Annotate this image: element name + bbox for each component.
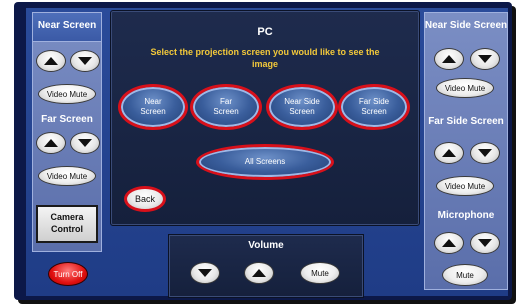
far-screen-down-button[interactable] xyxy=(70,132,100,154)
down-arrow-icon xyxy=(78,57,92,65)
down-arrow-icon xyxy=(198,269,212,277)
volume-up-button[interactable] xyxy=(244,262,274,284)
screen-button-label: Screen xyxy=(140,107,166,116)
up-arrow-icon xyxy=(442,55,456,63)
near-side-video-mute-button[interactable]: Video Mute xyxy=(436,78,494,98)
microphone-down-button[interactable] xyxy=(470,232,500,254)
near-screen-button[interactable]: Near Screen xyxy=(118,84,188,130)
back-button[interactable]: Back xyxy=(124,186,166,212)
microphone-label: Microphone xyxy=(437,210,495,221)
screen-button-label: Screen xyxy=(361,107,387,116)
far-side-up-button[interactable] xyxy=(434,142,464,164)
screen-button-label: Screen xyxy=(289,107,315,116)
page-title: PC xyxy=(257,26,273,38)
all-screens-button[interactable]: All Screens xyxy=(196,144,334,180)
down-arrow-icon xyxy=(478,149,492,157)
down-arrow-icon xyxy=(78,139,92,147)
volume-label: Volume xyxy=(248,240,284,251)
up-arrow-icon xyxy=(442,239,456,247)
turn-off-button[interactable]: Turn Off xyxy=(48,262,88,286)
far-side-screen-label: Far Side Screen xyxy=(428,116,504,127)
near-side-screen-label: Near Side Screen xyxy=(424,20,508,31)
up-arrow-icon xyxy=(44,57,58,65)
far-side-screen-button[interactable]: Far Side Screen xyxy=(338,84,410,130)
far-side-down-button[interactable] xyxy=(470,142,500,164)
near-screen-down-button[interactable] xyxy=(70,50,100,72)
instruction-text: Select the projection screen you would l… xyxy=(150,47,380,70)
down-arrow-icon xyxy=(478,239,492,247)
down-arrow-icon xyxy=(478,55,492,63)
far-screen-button[interactable]: Far Screen xyxy=(190,84,262,130)
up-arrow-icon xyxy=(252,269,266,277)
camera-control-label-line2: Control xyxy=(51,224,83,234)
volume-mute-button[interactable]: Mute xyxy=(300,262,340,284)
screen-button-label: Near xyxy=(144,97,162,107)
screen-button-label: Far Side xyxy=(358,97,390,107)
far-side-video-mute-button[interactable]: Video Mute xyxy=(436,176,494,196)
microphone-up-button[interactable] xyxy=(434,232,464,254)
camera-control-label-line1: Camera xyxy=(50,212,84,223)
near-side-down-button[interactable] xyxy=(470,48,500,70)
near-side-screen-button[interactable]: Near Side Screen xyxy=(266,84,338,130)
volume-down-button[interactable] xyxy=(190,262,220,284)
near-screen-video-mute-button[interactable]: Video Mute xyxy=(38,84,96,104)
far-screen-video-mute-button[interactable]: Video Mute xyxy=(38,166,96,186)
up-arrow-icon xyxy=(442,149,456,157)
microphone-mute-button[interactable]: Mute xyxy=(442,264,488,286)
camera-control-button[interactable]: Camera Control xyxy=(36,205,98,243)
screen-button-label: Near Side xyxy=(284,97,320,107)
far-screen-up-button[interactable] xyxy=(36,132,66,154)
far-screen-label: Far Screen xyxy=(41,114,93,125)
screen-button-label: Screen xyxy=(213,107,239,116)
near-screen-label: Near Screen xyxy=(37,20,97,31)
screen-button-label: Far xyxy=(219,97,232,107)
up-arrow-icon xyxy=(44,139,58,147)
near-screen-up-button[interactable] xyxy=(36,50,66,72)
near-side-up-button[interactable] xyxy=(434,48,464,70)
